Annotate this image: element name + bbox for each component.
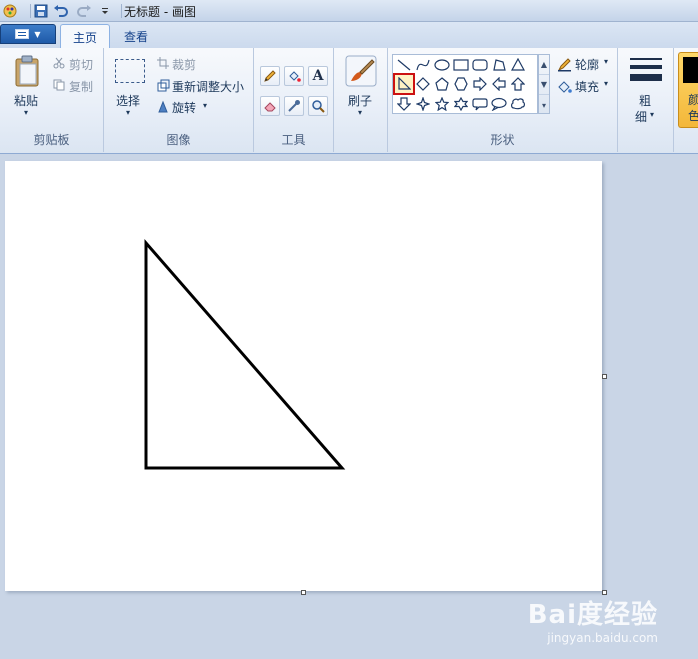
rotate-button[interactable]: 旋转: [172, 99, 196, 116]
up-arrow-shape-icon[interactable]: [509, 75, 527, 93]
title-bar: 无标题 - 画图: [0, 0, 698, 22]
watermark-url: jingyan.baidu.com: [547, 631, 658, 645]
pencil-icon[interactable]: [260, 66, 280, 86]
gallery-expand-icon[interactable]: ▾: [539, 95, 549, 115]
paste-icon[interactable]: [12, 54, 42, 88]
eraser-icon[interactable]: [260, 96, 280, 116]
group-image: 选择 ▾ 裁剪 重新调整大小 旋转 ▾ 图像: [104, 48, 254, 152]
gallery-down-icon[interactable]: ▼: [539, 75, 549, 95]
group-size: 粗 细 ▾: [618, 48, 674, 152]
diamond-shape-icon[interactable]: [414, 75, 432, 93]
size-label-1: 粗: [639, 94, 652, 108]
undo-icon[interactable]: [53, 3, 69, 19]
paint-app-icon[interactable]: [2, 3, 18, 19]
right-arrow-shape-icon[interactable]: [471, 75, 489, 93]
group-label-shapes: 形状: [490, 133, 515, 147]
group-label-clipboard: 剪贴板: [33, 133, 70, 147]
outline-button[interactable]: 轮廓: [575, 56, 599, 73]
magnifier-icon[interactable]: [308, 96, 328, 116]
crop-button[interactable]: 裁剪: [172, 56, 196, 73]
watermark-logo: Bai度经验: [527, 600, 658, 630]
four-point-star-shape-icon[interactable]: [414, 95, 432, 113]
rounded-callout-shape-icon[interactable]: [471, 95, 489, 113]
resize-button[interactable]: 重新调整大小: [172, 78, 244, 95]
workspace: Bai度经验 jingyan.baidu.com: [0, 155, 698, 659]
menu-icon: [15, 29, 30, 39]
chevron-down-icon: ▼: [34, 29, 41, 39]
drawing-canvas[interactable]: [5, 161, 602, 591]
down-arrow-shape-icon[interactable]: [395, 95, 413, 113]
copy-button[interactable]: 复制: [69, 78, 93, 95]
select-icon[interactable]: [114, 58, 146, 84]
paste-button[interactable]: 粘贴: [14, 92, 38, 109]
rectangle-shape-icon[interactable]: [452, 56, 470, 74]
outline-icon: [556, 56, 572, 72]
resize-handle-right[interactable]: [602, 374, 607, 379]
watermark: Bai度经验 jingyan.baidu.com: [528, 594, 658, 645]
paste-dropdown-icon[interactable]: ▾: [24, 108, 28, 117]
oval-callout-shape-icon[interactable]: [490, 95, 508, 113]
fill-dropdown-icon[interactable]: ▾: [604, 79, 608, 88]
select-dropdown-icon[interactable]: ▾: [126, 108, 130, 117]
window-title: 无标题 - 画图: [124, 5, 196, 19]
tab-home[interactable]: 主页: [60, 24, 111, 48]
line-shape-icon[interactable]: [395, 56, 413, 74]
copy-icon: [52, 78, 66, 92]
rotate-dropdown-icon[interactable]: ▾: [203, 101, 207, 110]
group-tools: A 工具: [254, 48, 334, 152]
scissors-icon: [52, 56, 66, 70]
save-icon[interactable]: [33, 3, 49, 19]
redo-icon[interactable]: [76, 3, 92, 19]
rounded-rectangle-shape-icon[interactable]: [471, 56, 489, 74]
size-button[interactable]: 细: [635, 108, 647, 125]
select-button[interactable]: 选择: [116, 92, 140, 109]
triangle-shape-icon[interactable]: [509, 56, 527, 74]
customize-qat-icon[interactable]: [97, 3, 113, 19]
fill-icon: [556, 78, 572, 94]
group-brushes: 刷子 ▾: [334, 48, 388, 152]
fill-button[interactable]: 填充: [575, 78, 599, 95]
oval-shape-icon[interactable]: [433, 56, 451, 74]
pentagon-shape-icon[interactable]: [433, 75, 451, 93]
cut-button[interactable]: 剪切: [69, 56, 93, 73]
size-dropdown-icon[interactable]: ▾: [650, 110, 654, 119]
five-point-star-shape-icon[interactable]: [433, 95, 451, 113]
color-1-label-2: 色: [688, 109, 698, 123]
fill-bucket-icon[interactable]: [284, 66, 304, 86]
right-triangle-shape-icon[interactable]: [393, 73, 415, 95]
color-1-label-1: 颜: [688, 93, 698, 107]
right-triangle-drawing: [144, 238, 346, 470]
curve-shape-icon[interactable]: [414, 56, 432, 74]
app-menu-button[interactable]: ▼: [0, 24, 56, 44]
canvas-drawing: [144, 238, 346, 470]
group-clipboard: 粘贴 ▾ 剪切 复制 剪贴板: [0, 48, 104, 152]
outline-dropdown-icon[interactable]: ▾: [604, 57, 608, 66]
tab-view[interactable]: 查看: [112, 24, 160, 48]
cloud-callout-shape-icon[interactable]: [509, 95, 527, 113]
text-tool-glyph: A: [312, 68, 324, 84]
color-picker-icon[interactable]: [284, 96, 304, 116]
brushes-button[interactable]: 刷子: [348, 92, 372, 109]
shape-gallery: [392, 54, 538, 114]
brushes-dropdown-icon[interactable]: ▾: [358, 108, 362, 117]
group-label-image: 图像: [166, 133, 191, 147]
color-1-button[interactable]: 颜 色: [678, 52, 698, 128]
polygon-shape-icon[interactable]: [490, 56, 508, 74]
crop-icon: [156, 56, 170, 70]
ribbon: 粘贴 ▾ 剪切 复制 剪贴板 选择 ▾ 裁剪 重新调整大小 旋转 ▾ 图像 A …: [0, 48, 698, 154]
color-1-swatch: [683, 57, 698, 83]
resize-icon: [156, 78, 170, 92]
hexagon-shape-icon[interactable]: [452, 75, 470, 93]
ribbon-tab-row: ▼ 主页 查看: [0, 22, 698, 48]
six-point-star-shape-icon[interactable]: [452, 95, 470, 113]
gallery-up-icon[interactable]: ▲: [539, 55, 549, 75]
resize-handle-bottom[interactable]: [301, 590, 306, 595]
rotate-icon: [156, 99, 170, 113]
left-arrow-shape-icon[interactable]: [490, 75, 508, 93]
shape-gallery-scroll: ▲ ▼ ▾: [538, 54, 550, 114]
brush-icon[interactable]: [344, 54, 378, 88]
group-label-tools: 工具: [281, 133, 306, 147]
line-width-icon[interactable]: [629, 56, 663, 84]
text-tool-icon[interactable]: A: [308, 66, 328, 86]
